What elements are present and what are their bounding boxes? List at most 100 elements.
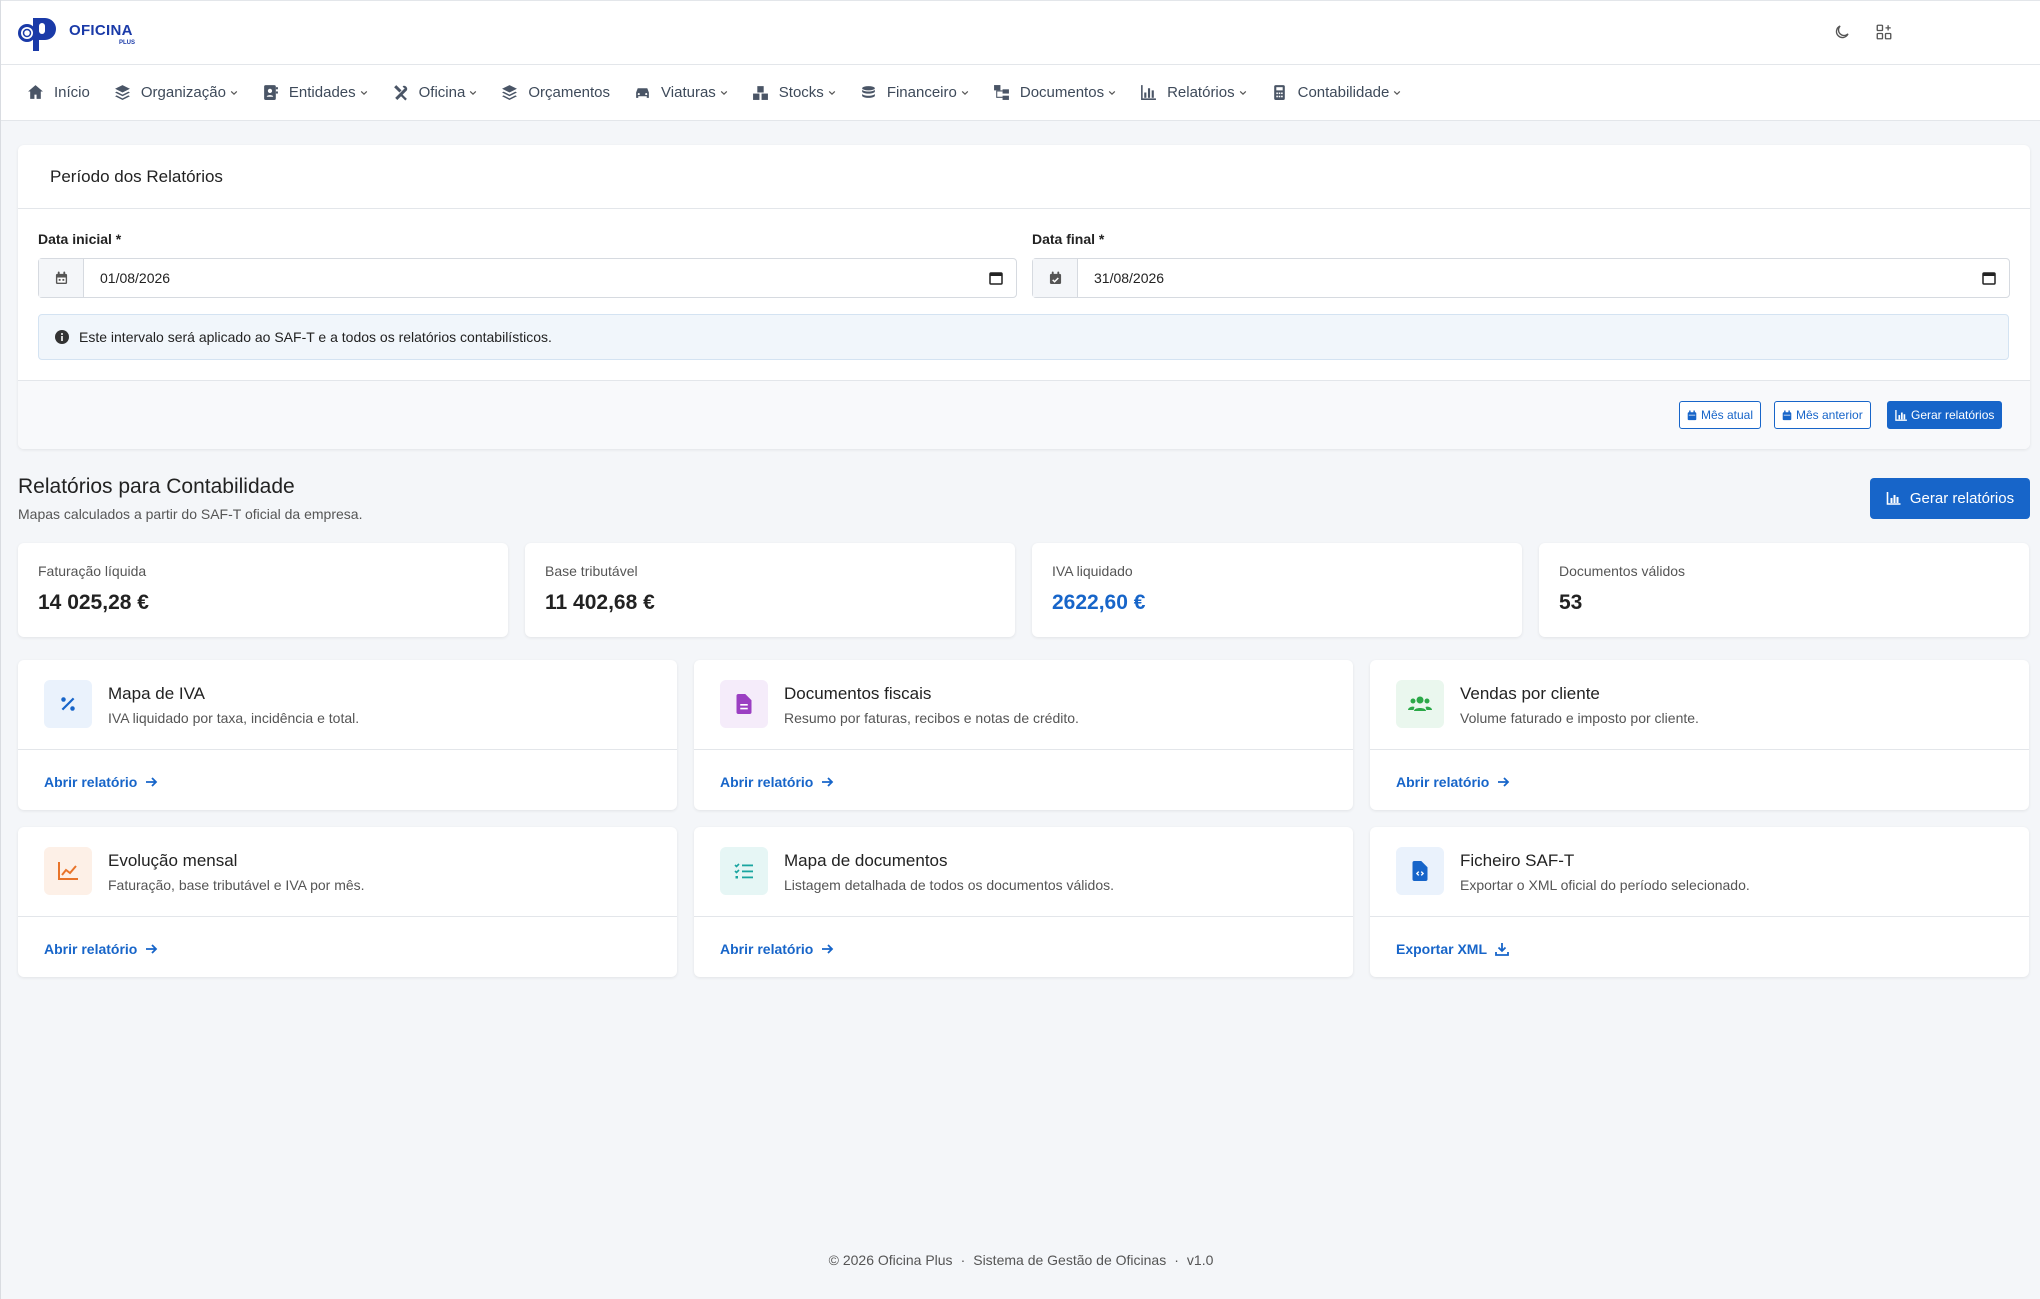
nav-item-organizacao[interactable]: Organização bbox=[114, 84, 238, 101]
open-report-link[interactable]: Abrir relatório bbox=[44, 941, 158, 957]
nav-item-stocks[interactable]: Stocks bbox=[752, 84, 836, 101]
logo-mark-icon bbox=[17, 16, 67, 52]
top-header: OFICINA PLUS bbox=[1, 0, 2040, 65]
report-link-label: Abrir relatório bbox=[44, 941, 138, 957]
nav-item-label: Financeiro bbox=[886, 84, 957, 101]
nav-item-inicio[interactable]: Início bbox=[27, 84, 90, 101]
sitemap-icon bbox=[993, 85, 1009, 100]
report-card-saft-file: Ficheiro SAF-T Exportar o XML oficial do … bbox=[1370, 827, 2029, 977]
apps-grid-icon[interactable] bbox=[1873, 21, 1895, 43]
nav-item-label: Organização bbox=[140, 84, 226, 101]
chevron-down-icon bbox=[961, 90, 969, 95]
nav-item-entidades[interactable]: Entidades bbox=[262, 84, 368, 101]
generate-reports-label: Gerar relatórios bbox=[1909, 490, 2015, 507]
nav-item-contabilidade[interactable]: Contabilidade bbox=[1271, 84, 1402, 101]
stat-label: Documentos válidos bbox=[1559, 563, 1686, 579]
info-icon bbox=[55, 330, 69, 344]
report-link-label: Abrir relatório bbox=[720, 774, 814, 790]
stat-value: 11 402,68 € bbox=[545, 591, 655, 614]
logo[interactable]: OFICINA PLUS bbox=[17, 16, 135, 52]
car-icon bbox=[636, 88, 649, 98]
chart-icon bbox=[1895, 409, 1907, 421]
coins-icon bbox=[861, 86, 875, 98]
dark-mode-moon-icon[interactable] bbox=[1831, 21, 1853, 43]
stat-label: Faturação líquida bbox=[38, 563, 147, 579]
chevron-down-icon bbox=[720, 90, 728, 95]
nav-item-oficina[interactable]: Oficina bbox=[392, 84, 478, 101]
arrow-right-icon bbox=[1498, 777, 1510, 787]
open-report-link[interactable]: Abrir relatório bbox=[720, 774, 834, 790]
report-link-label: Abrir relatório bbox=[44, 774, 138, 790]
nav-item-viaturas[interactable]: Viaturas bbox=[634, 84, 728, 101]
nav-item-label: Viaturas bbox=[661, 84, 716, 101]
chevron-down-icon bbox=[1394, 90, 1401, 95]
report-description: Resumo por faturas, recibos e notas de c… bbox=[784, 710, 1079, 726]
nav-item-label: Entidades bbox=[288, 84, 356, 101]
open-report-link[interactable]: Abrir relatório bbox=[44, 774, 158, 790]
chevron-down-icon bbox=[470, 90, 477, 95]
arrow-right-icon bbox=[822, 944, 834, 954]
report-title: Ficheiro SAF-T bbox=[1460, 851, 1575, 870]
generate-reports-button[interactable]: Gerar relatórios bbox=[1870, 478, 2030, 519]
calculator-icon bbox=[1273, 85, 1285, 100]
nav-item-label: Stocks bbox=[778, 84, 824, 101]
report-link-label: Abrir relatório bbox=[720, 941, 814, 957]
report-title: Mapa de IVA bbox=[108, 684, 206, 703]
current-month-button[interactable]: Mês atual bbox=[1679, 401, 1762, 429]
date-picker-icon[interactable] bbox=[976, 259, 1016, 297]
report-link-label: Abrir relatório bbox=[1396, 774, 1490, 790]
report-card-docs-map: Mapa de documentos Listagem detalhada de … bbox=[694, 827, 1353, 977]
previous-month-label: Mês anterior bbox=[1796, 408, 1863, 422]
end-date-label: Data final * bbox=[1032, 231, 1105, 247]
report-card-fiscal-docs: Documentos fiscais Resumo por faturas, re… bbox=[694, 660, 1353, 810]
file-icon bbox=[720, 680, 768, 728]
report-title: Vendas por cliente bbox=[1460, 684, 1600, 703]
stat-card-tax-base: Base tributável 11 402,68 € bbox=[525, 543, 1015, 637]
end-date-field[interactable]: 31/08/2026 bbox=[1032, 258, 2010, 298]
current-month-label: Mês atual bbox=[1701, 408, 1754, 422]
nav-item-label: Oficina bbox=[418, 84, 466, 101]
nav-item-financeiro[interactable]: Financeiro bbox=[860, 84, 969, 101]
nav-item-label: Documentos bbox=[1019, 84, 1105, 101]
chevron-down-icon bbox=[360, 90, 367, 95]
stat-card-vat: IVA liquidado 2622,60 € bbox=[1032, 543, 1522, 637]
chevron-down-icon bbox=[828, 90, 836, 95]
stat-label: Base tributável bbox=[545, 563, 638, 579]
nav-item-documentos[interactable]: Documentos bbox=[993, 84, 1116, 101]
arrow-right-icon bbox=[146, 944, 158, 954]
start-date-value: 01/08/2026 bbox=[100, 270, 171, 286]
download-icon bbox=[1495, 943, 1509, 956]
calendar-icon bbox=[39, 259, 84, 297]
nav-item-relatorios[interactable]: Relatórios bbox=[1140, 84, 1247, 101]
line-chart-icon bbox=[44, 847, 92, 895]
nav-item-orcamentos[interactable]: Orçamentos bbox=[501, 84, 610, 101]
stat-card-valid-docs: Documentos válidos 53 bbox=[1539, 543, 2029, 637]
export-xml-link[interactable]: Exportar XML bbox=[1396, 941, 1509, 957]
section-title: Relatórios para Contabilidade bbox=[18, 475, 295, 498]
end-date-value: 31/08/2026 bbox=[1094, 270, 1165, 286]
previous-month-button[interactable]: Mês anterior bbox=[1774, 401, 1871, 429]
boxes-icon bbox=[752, 86, 768, 100]
report-title: Evolução mensal bbox=[108, 851, 238, 870]
open-report-link[interactable]: Abrir relatório bbox=[720, 941, 834, 957]
report-title: Documentos fiscais bbox=[784, 684, 932, 703]
date-picker-icon[interactable] bbox=[1969, 259, 2009, 297]
period-info-text: Este intervalo será aplicado ao SAF-T e … bbox=[79, 329, 552, 345]
stat-value: 14 025,28 € bbox=[38, 591, 149, 614]
chevron-down-icon bbox=[1108, 90, 1116, 95]
generate-reports-small-button[interactable]: Gerar relatórios bbox=[1887, 401, 2003, 429]
brand-sub: PLUS bbox=[119, 39, 136, 46]
nav-item-label: Início bbox=[54, 84, 90, 101]
home-icon bbox=[28, 85, 43, 99]
brand-name: OFICINA bbox=[69, 21, 133, 39]
start-date-field[interactable]: 01/08/2026 bbox=[38, 258, 1017, 298]
stat-value: 53 bbox=[1559, 591, 1583, 614]
open-report-link[interactable]: Abrir relatório bbox=[1396, 774, 1510, 790]
section-subtitle: Mapas calculados a partir do SAF-T ofici… bbox=[18, 506, 363, 522]
start-date-label: Data inicial * bbox=[38, 231, 122, 247]
period-card-title: Período dos Relatórios bbox=[18, 145, 2030, 209]
main-nav: Início Organização Entidades Oficina Orçamen… bbox=[1, 65, 2040, 121]
footer-system: Sistema de Gestão de Oficinas bbox=[973, 1252, 1167, 1268]
footer-copyright: © 2026 Oficina Plus bbox=[828, 1252, 953, 1268]
report-description: Faturação, base tributável e IVA por mês… bbox=[108, 877, 365, 893]
